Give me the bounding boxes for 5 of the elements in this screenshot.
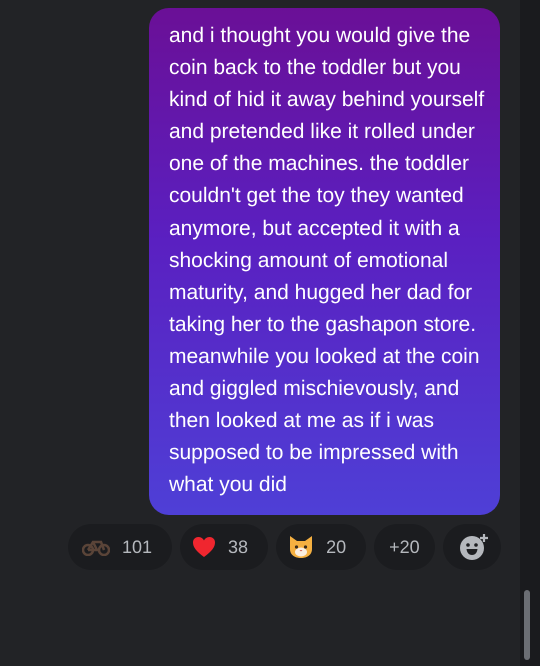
reaction-button[interactable]: 101 <box>68 524 172 570</box>
message-text: and i thought you would give the coin back to the toddler but you kind of hid it away behind yourself and pretended like it rolled under one of the machines. the toddler couldn't get the toy they wanted anymore, but accepted it with a shocking amount of emotional maturity, and hugged her dad for taking her to the gashapon store. meanwhile you looked at the coin and giggled mischievously, and then looked at me as if i was supposed to be impressed with what you did <box>169 23 486 498</box>
more-reactions-button[interactable]: +20 <box>374 524 435 570</box>
reaction-button[interactable]: 38 <box>180 524 268 570</box>
reaction-button[interactable]: 20 <box>276 524 366 570</box>
